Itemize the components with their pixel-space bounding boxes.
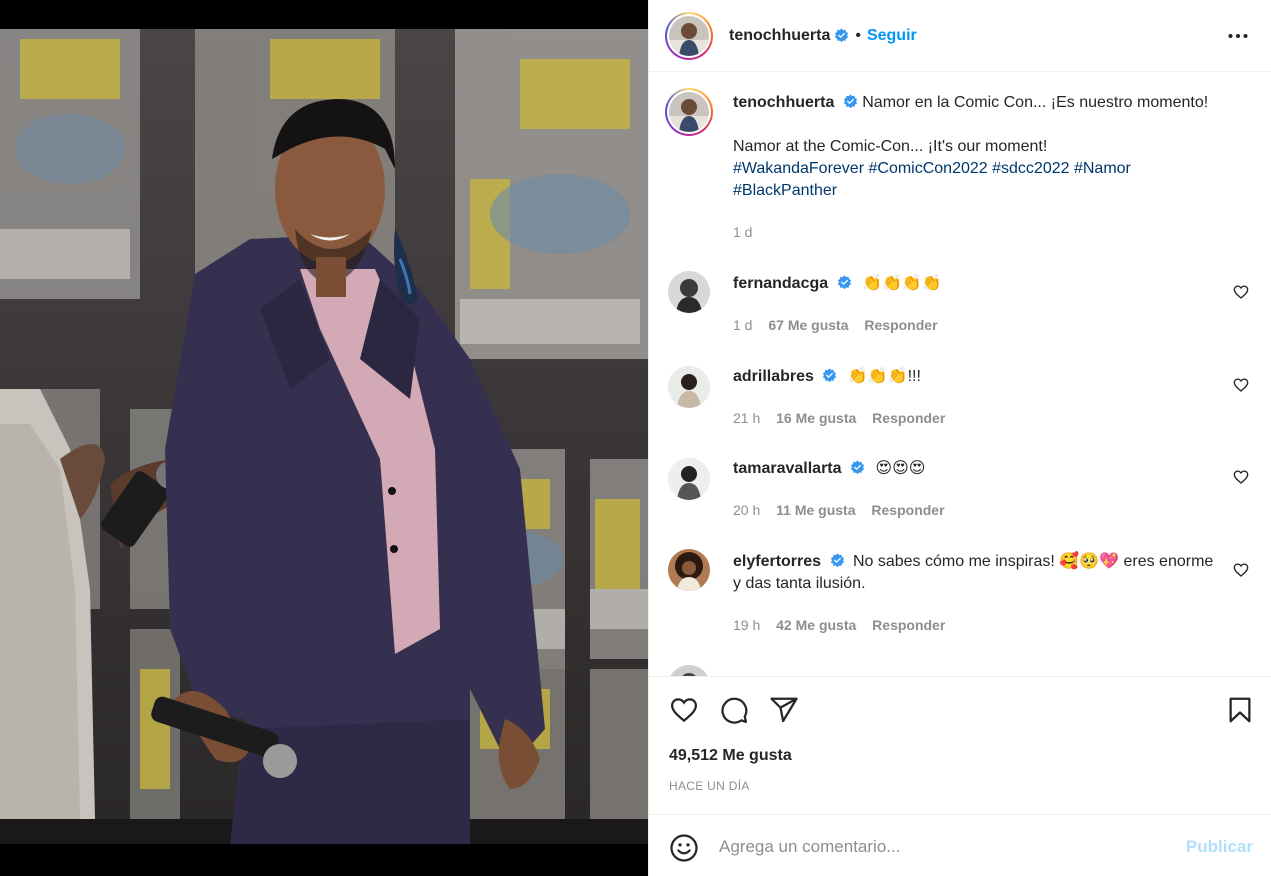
- verified-badge-icon: [835, 28, 849, 43]
- comment-username[interactable]: tamaravallarta: [733, 460, 842, 477]
- commenter-avatar-image: [668, 665, 710, 676]
- reply-button[interactable]: Responder: [872, 617, 945, 633]
- verified-badge-icon: [850, 460, 865, 475]
- header-separator: •: [855, 26, 861, 44]
- comments-scroll-area[interactable]: tenochhuerta Namor en la Comic Con... ¡E…: [649, 73, 1271, 676]
- comment-like-heart-icon[interactable]: [1233, 284, 1249, 300]
- comment-meta: 19 h 42 Me gusta Responder: [733, 617, 957, 633]
- comment-like-heart-icon[interactable]: [1233, 562, 1249, 578]
- reply-button[interactable]: Responder: [871, 502, 944, 518]
- comment-username[interactable]: adrillabres: [733, 368, 814, 385]
- post-media: [0, 0, 648, 876]
- comment-username[interactable]: elyfertorres: [733, 553, 821, 570]
- comment-body: elyfertorres No sabes cómo me inspiras! …: [733, 551, 1223, 595]
- caption-text-es: Namor en la Comic Con... ¡Es nuestro mom…: [862, 94, 1209, 111]
- caption-avatar-image: [669, 92, 709, 132]
- post-photo[interactable]: [0, 29, 648, 844]
- more-options-icon[interactable]: [1226, 24, 1250, 48]
- caption-username[interactable]: tenochhuerta: [733, 94, 834, 111]
- avatar-image: [669, 15, 709, 56]
- caption-author-avatar[interactable]: [665, 88, 713, 136]
- hashtag-link[interactable]: #WakandaForever: [733, 160, 864, 177]
- caption-hashtags: #WakandaForever #ComicCon2022 #sdcc2022 …: [733, 158, 1223, 202]
- post-panel: tenochhuerta • Seguir tenochhuerta Namor…: [648, 0, 1271, 876]
- author-avatar[interactable]: [665, 11, 713, 60]
- comment-body: tamaravallarta 😍😍😍: [733, 458, 1223, 480]
- commenter-avatar-image: [668, 549, 710, 591]
- comment-text: 😍😍😍: [875, 460, 926, 477]
- commenter-avatar-image: [668, 458, 710, 500]
- share-icon[interactable]: [769, 695, 799, 725]
- comment-body: fernandacga 👏👏👏👏: [733, 273, 1223, 295]
- caption-text-en: Namor at the Comic-Con... ¡It's our mome…: [733, 138, 1048, 155]
- comment-composer: Publicar: [649, 814, 1271, 876]
- hashtag-link[interactable]: #Namor: [1074, 160, 1131, 177]
- post-timestamp[interactable]: HACE UN DÍA: [669, 779, 750, 793]
- post-header: tenochhuerta • Seguir: [649, 0, 1271, 72]
- comment-input[interactable]: [719, 833, 1179, 861]
- comment-text: 👏👏👏!!!: [847, 368, 921, 385]
- commenter-avatar[interactable]: [668, 458, 710, 500]
- verified-badge-icon: [837, 275, 851, 290]
- comment-like-heart-icon[interactable]: [1233, 469, 1249, 485]
- commenter-avatar[interactable]: [668, 665, 710, 676]
- like-heart-icon[interactable]: [669, 695, 699, 725]
- verified-badge-icon: [823, 368, 837, 383]
- save-bookmark-icon[interactable]: [1225, 695, 1255, 725]
- comment-age[interactable]: 19 h: [733, 617, 760, 633]
- comment-body: adrillabres 👏👏👏!!!: [733, 366, 1223, 388]
- comment-username[interactable]: fernandacga: [733, 275, 828, 292]
- comment-likes[interactable]: 11 Me gusta: [776, 502, 855, 518]
- hashtag-link[interactable]: #sdcc2022: [992, 160, 1069, 177]
- publish-button[interactable]: Publicar: [1186, 837, 1253, 857]
- reply-button[interactable]: Responder: [872, 410, 945, 426]
- caption-meta: 1 d: [733, 224, 764, 240]
- verified-badge-icon: [843, 94, 857, 109]
- commenter-avatar[interactable]: [668, 271, 710, 313]
- hashtag-link[interactable]: #BlackPanther: [733, 182, 837, 199]
- post-image: [0, 29, 648, 844]
- emoji-icon[interactable]: [669, 833, 699, 863]
- comment-likes[interactable]: 67 Me gusta: [768, 317, 848, 333]
- comment-text: 👏👏👏👏: [862, 275, 942, 292]
- comment-age[interactable]: 20 h: [733, 502, 760, 518]
- author-username[interactable]: tenochhuerta: [729, 27, 830, 45]
- follow-button[interactable]: Seguir: [867, 27, 917, 45]
- comment-meta: 21 h 16 Me gusta Responder: [733, 410, 957, 426]
- post-modal: tenochhuerta • Seguir tenochhuerta Namor…: [0, 0, 1271, 876]
- comment-likes[interactable]: 16 Me gusta: [776, 410, 856, 426]
- comment-icon[interactable]: [719, 695, 749, 725]
- caption-body: tenochhuerta Namor en la Comic Con... ¡E…: [733, 92, 1223, 202]
- caption-age[interactable]: 1 d: [733, 224, 752, 240]
- likes-count[interactable]: 49,512 Me gusta: [669, 747, 792, 765]
- comment-meta: 1 d 67 Me gusta Responder: [733, 317, 950, 333]
- commenter-avatar[interactable]: [668, 366, 710, 408]
- reply-button[interactable]: Responder: [864, 317, 937, 333]
- hashtag-link[interactable]: #ComicCon2022: [868, 160, 987, 177]
- verified-badge-icon: [830, 553, 844, 568]
- commenter-avatar[interactable]: [668, 549, 710, 591]
- post-actions: 49,512 Me gusta HACE UN DÍA: [649, 676, 1271, 814]
- comment-age[interactable]: 1 d: [733, 317, 752, 333]
- commenter-avatar-image: [668, 271, 710, 313]
- comment-like-heart-icon[interactable]: [1233, 377, 1249, 393]
- comment-age[interactable]: 21 h: [733, 410, 760, 426]
- comment-meta: 20 h 11 Me gusta Responder: [733, 502, 957, 518]
- commenter-avatar-image: [668, 366, 710, 408]
- comment-likes[interactable]: 42 Me gusta: [776, 617, 856, 633]
